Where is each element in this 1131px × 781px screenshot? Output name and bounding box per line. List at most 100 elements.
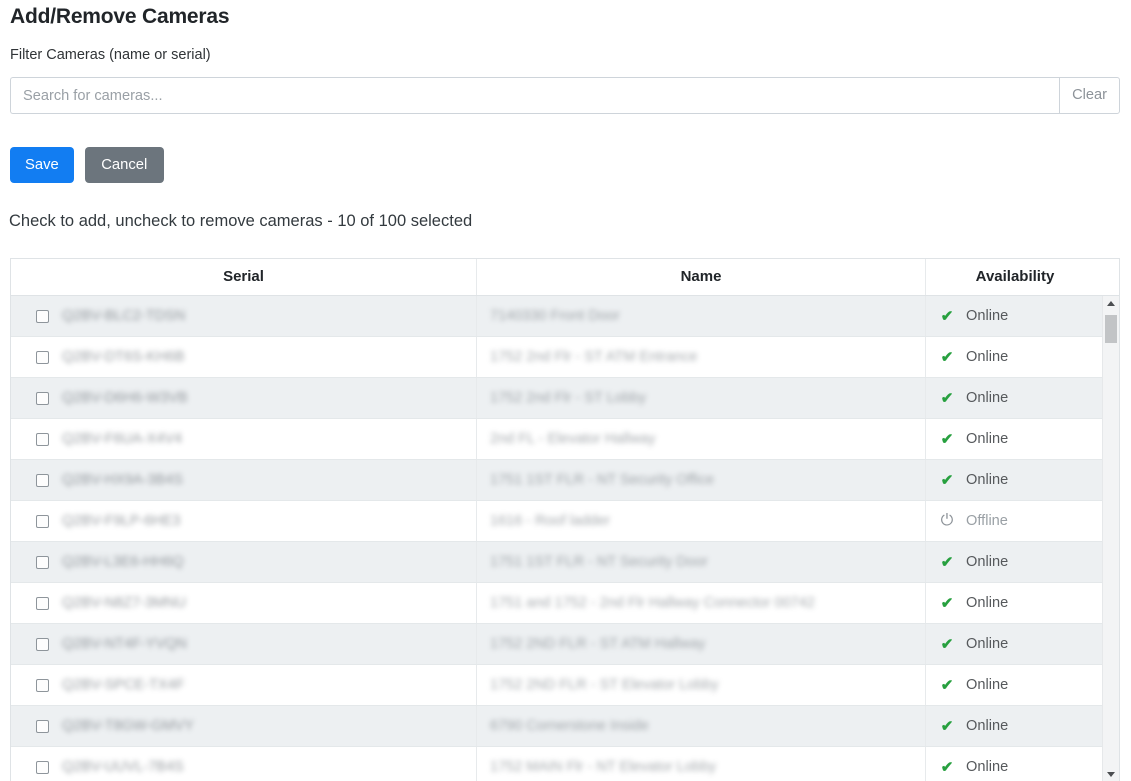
cell-serial: Q2BV-D6H6-W3VB bbox=[11, 378, 477, 418]
column-header-serial[interactable]: Serial bbox=[11, 259, 477, 295]
scrollbar-thumb[interactable] bbox=[1105, 315, 1117, 343]
cell-serial: Q2BV-DT6S-KH6B bbox=[11, 337, 477, 377]
cell-availability: ✔Online bbox=[926, 583, 1104, 623]
camera-name-text: 1752 2nd Flr - ST Lobby bbox=[490, 390, 646, 406]
cell-serial: Q2BV-BLC2-TDSN bbox=[11, 296, 477, 336]
table-scrollbar[interactable] bbox=[1102, 296, 1119, 781]
cell-availability: ✔Online bbox=[926, 460, 1104, 500]
cell-availability: ✔ Online bbox=[926, 337, 1104, 377]
status-label: Online bbox=[966, 390, 1008, 406]
camera-name-text: 2nd FL - Elevator Hallway bbox=[490, 431, 655, 447]
status-badge: ⏻ Offline bbox=[937, 512, 1008, 530]
row-checkbox[interactable] bbox=[36, 433, 49, 446]
cell-name: 1751 and 1752 - 2nd Flr Hallway Connecto… bbox=[477, 583, 926, 623]
column-header-availability[interactable]: Availability bbox=[926, 259, 1104, 295]
power-icon: ⏻ bbox=[937, 512, 957, 530]
status-label: Offline bbox=[966, 513, 1008, 529]
camera-name-text: 6790 Cornerstone Inside bbox=[490, 718, 649, 734]
table-row[interactable]: Q2BV-N8Z7-3MNU 1751 and 1752 - 2nd Flr Ha… bbox=[11, 583, 1119, 624]
table-row[interactable]: Q2BV-UUVL-7B4S 1752 MAIN Flr - NT Elevato… bbox=[11, 747, 1119, 781]
camera-name-text: 1751 and 1752 - 2nd Flr Hallway Connecto… bbox=[490, 595, 815, 611]
table-header-row: Serial Name Availability bbox=[11, 259, 1119, 296]
serial-text: Q2BV-D6H6-W3VB bbox=[62, 390, 188, 406]
status-label: Online bbox=[966, 718, 1008, 734]
camera-name-text: 1751 1ST FLR - NT Security Door bbox=[490, 554, 708, 570]
table-row[interactable]: Q2BV-F6UA-X4V4 2nd FL - Elevator Hallway ✔… bbox=[11, 419, 1119, 460]
cell-serial: Q2BV-SPCE-TX4F bbox=[11, 665, 477, 705]
table-row[interactable]: Q2BV-D6H6-W3VB 1752 2nd Flr - ST Lobby ✔On… bbox=[11, 378, 1119, 419]
status-badge: ✔Online bbox=[937, 717, 1008, 735]
check-icon: ✔ bbox=[937, 553, 957, 571]
cell-availability: ⏻ Offline bbox=[926, 501, 1104, 541]
row-checkbox[interactable] bbox=[36, 761, 49, 774]
search-group: Clear bbox=[10, 77, 1120, 114]
status-label: Online bbox=[966, 308, 1008, 324]
cell-serial: Q2BV-L3E6-HH6Q bbox=[11, 542, 477, 582]
check-icon: ✔ bbox=[937, 635, 957, 653]
table-row[interactable]: Q2BV-SPCE-TX4F 1752 2ND FLR - ST Elevator… bbox=[11, 665, 1119, 706]
table-row[interactable]: Q2BV-T8GW-GMVY 6790 Cornerstone Inside ✔On… bbox=[11, 706, 1119, 747]
serial-text: Q2BV-UUVL-7B4S bbox=[62, 759, 184, 775]
cell-availability: ✔ Online bbox=[926, 542, 1104, 582]
row-checkbox[interactable] bbox=[36, 597, 49, 610]
check-icon: ✔ bbox=[937, 676, 957, 694]
scroll-down-arrow-icon[interactable] bbox=[1103, 767, 1119, 781]
status-label: Online bbox=[966, 677, 1008, 693]
cell-name: 1616 - Roof ladder bbox=[477, 501, 926, 541]
camera-name-text: 1616 - Roof ladder bbox=[490, 513, 610, 529]
cell-serial: Q2BV-NT4F-YVQN bbox=[11, 624, 477, 664]
search-input[interactable] bbox=[10, 77, 1059, 114]
status-label: Online bbox=[966, 472, 1008, 488]
status-label: Online bbox=[966, 554, 1008, 570]
add-remove-cameras-page: Add/Remove Cameras Filter Cameras (name … bbox=[0, 0, 1131, 781]
row-checkbox[interactable] bbox=[36, 351, 49, 364]
status-label: Online bbox=[966, 431, 1008, 447]
clear-button[interactable]: Clear bbox=[1059, 77, 1120, 114]
row-checkbox[interactable] bbox=[36, 310, 49, 323]
cell-serial: Q2BV-T8GW-GMVY bbox=[11, 706, 477, 746]
status-badge: ✔Online bbox=[937, 389, 1008, 407]
table-row[interactable]: Q2BV-HX9A-3B4S 1751 1ST FLR - NT Security… bbox=[11, 460, 1119, 501]
row-checkbox[interactable] bbox=[36, 392, 49, 405]
row-checkbox[interactable] bbox=[36, 638, 49, 651]
status-label: Online bbox=[966, 636, 1008, 652]
serial-text: Q2BV-F9LP-6HE3 bbox=[62, 513, 180, 529]
cell-serial: Q2BV-N8Z7-3MNU bbox=[11, 583, 477, 623]
serial-text: Q2BV-N8Z7-3MNU bbox=[62, 595, 186, 611]
table-row[interactable]: Q2BV-DT6S-KH6B1752 2nd Flr - ST ATM Entr… bbox=[11, 337, 1119, 378]
cell-name: 1752 MAIN Flr - NT Elevator Lobby bbox=[477, 747, 926, 781]
table-row[interactable]: Q2BV-NT4F-YVQN 1752 2ND FLR - ST ATM Hall… bbox=[11, 624, 1119, 665]
scroll-up-arrow-icon[interactable] bbox=[1103, 296, 1119, 311]
cell-availability: ✔ Online bbox=[926, 624, 1104, 664]
camera-name-text: 1752 2ND FLR - ST Elevator Lobby bbox=[490, 677, 719, 693]
save-button[interactable]: Save bbox=[10, 147, 74, 183]
serial-text: Q2BV-HX9A-3B4S bbox=[62, 472, 183, 488]
cell-serial: Q2BV-F9LP-6HE3 bbox=[11, 501, 477, 541]
row-checkbox[interactable] bbox=[36, 720, 49, 733]
camera-name-text: 1752 2ND FLR - ST ATM Hallway bbox=[490, 636, 705, 652]
status-badge: ✔ Online bbox=[937, 348, 1008, 366]
camera-name-text: 1751 1ST FLR - NT Security Office bbox=[490, 472, 714, 488]
cell-availability: ✔Online bbox=[926, 296, 1104, 336]
column-header-name[interactable]: Name bbox=[477, 259, 926, 295]
row-checkbox[interactable] bbox=[36, 556, 49, 569]
table-row[interactable]: Q2BV-F9LP-6HE3 1616 - Roof ladder ⏻ Offline bbox=[11, 501, 1119, 542]
serial-text: Q2BV-NT4F-YVQN bbox=[62, 636, 187, 652]
row-checkbox[interactable] bbox=[36, 474, 49, 487]
action-buttons: Save Cancel bbox=[10, 147, 164, 183]
status-badge: ✔ Online bbox=[937, 635, 1008, 653]
check-icon: ✔ bbox=[937, 348, 957, 366]
status-label: Online bbox=[966, 759, 1008, 775]
cell-serial: Q2BV-F6UA-X4V4 bbox=[11, 419, 477, 459]
cancel-button[interactable]: Cancel bbox=[85, 147, 164, 183]
cameras-table: Serial Name Availability Q2BV-BLC2-TDSN7… bbox=[10, 258, 1120, 781]
cell-availability: ✔Online bbox=[926, 419, 1104, 459]
table-row[interactable]: Q2BV-BLC2-TDSN7140330 Front Door✔Online bbox=[11, 296, 1119, 337]
row-checkbox[interactable] bbox=[36, 679, 49, 692]
status-badge: ✔ Online bbox=[937, 553, 1008, 571]
row-checkbox[interactable] bbox=[36, 515, 49, 528]
table-row[interactable]: Q2BV-L3E6-HH6Q 1751 1ST FLR - NT Security… bbox=[11, 542, 1119, 583]
cell-name: 7140330 Front Door bbox=[477, 296, 926, 336]
status-label: Online bbox=[966, 349, 1008, 365]
cell-name: 1751 1ST FLR - NT Security Door bbox=[477, 542, 926, 582]
